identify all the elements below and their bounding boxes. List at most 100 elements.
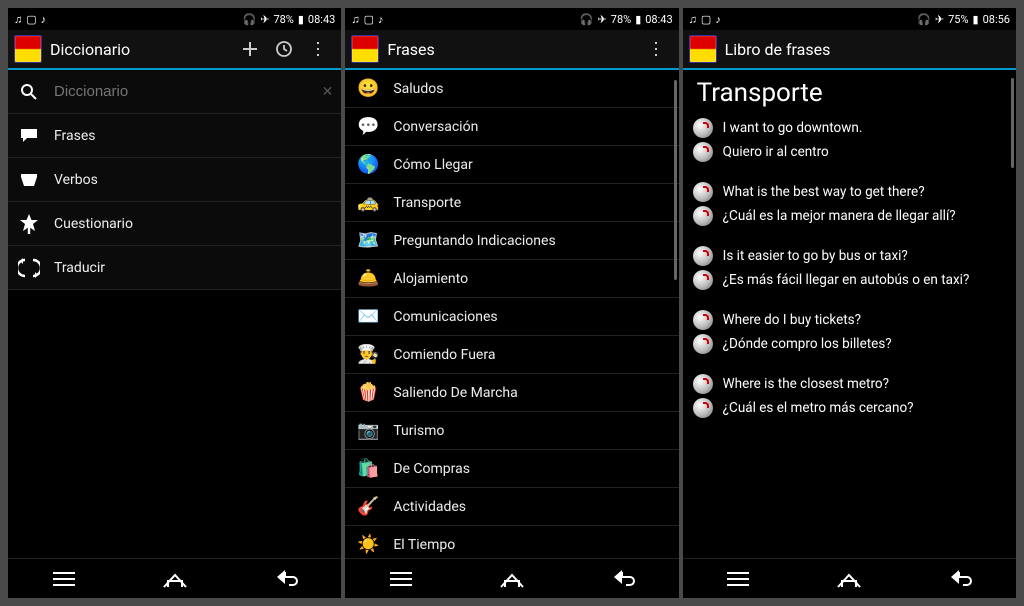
category-row[interactable]: ✉️Comunicaciones <box>345 298 678 336</box>
category-row[interactable]: 🎸 Actividades <box>345 488 678 526</box>
nav-back-button[interactable] <box>264 565 308 593</box>
category-label: Cómo Llegar <box>393 157 472 173</box>
category-label: Transporte <box>393 195 461 211</box>
category-icon: 👨‍🍳 <box>355 342 381 368</box>
speaker-icon[interactable] <box>693 246 713 266</box>
speaker-icon[interactable] <box>693 142 713 162</box>
menu-item-traducir[interactable]: Traducir <box>8 246 341 290</box>
nav-menu-button[interactable] <box>716 565 760 593</box>
app-icon[interactable] <box>14 35 42 63</box>
nav-menu-button[interactable] <box>379 565 423 593</box>
square-icon: ▢ <box>701 13 711 26</box>
battery-icon: ▮ <box>973 13 979 26</box>
clear-icon[interactable]: ✕ <box>322 84 334 100</box>
category-icon: 🌎 <box>355 152 381 178</box>
overflow-menu-button[interactable] <box>639 32 673 66</box>
phrase-spanish: ¿Cuál es la mejor manera de llegar allí? <box>723 207 956 225</box>
nav-menu-button[interactable] <box>42 565 86 593</box>
scrollbar[interactable] <box>1011 78 1014 168</box>
battery-text: 78% <box>611 13 631 26</box>
nav-home-button[interactable] <box>153 565 197 593</box>
category-icon: 🛎️ <box>355 266 381 292</box>
category-icon: ✉️ <box>355 304 381 330</box>
speech-icon <box>16 123 42 149</box>
category-row[interactable]: 💬Conversación <box>345 108 678 146</box>
phrase-english-row[interactable]: Where is the closest metro? <box>693 372 1006 396</box>
menu-list: ✕ Frases Verbos Cuestionario Traducir <box>8 70 341 558</box>
category-icon: 🎸 <box>355 494 381 520</box>
nav-home-button[interactable] <box>827 565 871 593</box>
add-button[interactable] <box>233 32 267 66</box>
speaker-icon[interactable] <box>693 182 713 202</box>
speaker-icon[interactable] <box>693 206 713 226</box>
headphones-icon: 🎧 <box>917 13 931 26</box>
scrollbar[interactable] <box>674 80 677 280</box>
phrase-spanish: ¿Cuál es el metro más cercano? <box>723 399 914 417</box>
app-icon[interactable] <box>689 35 717 63</box>
category-label: Conversación <box>393 119 478 135</box>
speaker-icon[interactable] <box>693 334 713 354</box>
category-row[interactable]: 🚕 Transporte <box>345 184 678 222</box>
music-icon-2: ♪ <box>378 13 384 26</box>
phrase-english-row[interactable]: What is the best way to get there? <box>693 180 1006 204</box>
headphones-icon: 🎧 <box>243 13 257 26</box>
phrase-group: Where do I buy tickets?¿Dónde compro los… <box>683 308 1016 372</box>
history-button[interactable] <box>267 32 301 66</box>
overflow-menu-button[interactable] <box>301 32 335 66</box>
category-row[interactable]: 🛍️De Compras <box>345 450 678 488</box>
category-row[interactable]: 🗺️Preguntando Indicaciones <box>345 222 678 260</box>
category-list[interactable]: 😀Saludos💬Conversación 🌎 Cómo Llegar 🚕 Transp… <box>345 70 678 558</box>
category-row[interactable]: ☀️El Tiempo <box>345 526 678 558</box>
loop-icon <box>16 255 42 281</box>
clock-text: 08:56 <box>983 13 1010 26</box>
app-icon[interactable] <box>351 35 379 63</box>
battery-text: 75% <box>948 13 968 26</box>
category-label: Preguntando Indicaciones <box>393 233 555 249</box>
menu-item-verbos[interactable]: Verbos <box>8 158 341 202</box>
category-icon: 🍿 <box>355 380 381 406</box>
speaker-icon[interactable] <box>693 118 713 138</box>
phrase-spanish-row[interactable]: ¿Cuál es el metro más cercano? <box>693 396 1006 420</box>
search-input[interactable] <box>54 83 322 100</box>
speaker-icon[interactable] <box>693 398 713 418</box>
menu-item-frases[interactable]: Frases <box>8 114 341 158</box>
phrase-spanish-row[interactable]: ¿Es más fácil llegar en autobús o en tax… <box>693 268 1006 292</box>
phrase-spanish: Quiero ir al centro <box>723 143 829 161</box>
category-icon: 🚕 <box>355 190 381 216</box>
music-icon: ♫ <box>689 13 697 26</box>
phone-screen-3: ♫ ▢ ♪ 🎧 ✈ 75% ▮ 08:56 Libro de frases Tr… <box>683 8 1016 598</box>
battery-icon: ▮ <box>298 13 304 26</box>
menu-item-cuestionario[interactable]: Cuestionario <box>8 202 341 246</box>
speaker-icon[interactable] <box>693 270 713 290</box>
music-icon: ♫ <box>14 13 22 26</box>
phrase-spanish-row[interactable]: ¿Dónde compro los billetes? <box>693 332 1006 356</box>
category-row[interactable]: 🛎️Alojamiento <box>345 260 678 298</box>
phrase-group: What is the best way to get there? ¿Cuál … <box>683 180 1016 244</box>
nav-home-button[interactable] <box>490 565 534 593</box>
search-row[interactable]: ✕ <box>8 70 341 114</box>
phrase-spanish-row[interactable]: ¿Cuál es la mejor manera de llegar allí? <box>693 204 1006 228</box>
category-row[interactable]: 🍿Saliendo De Marcha <box>345 374 678 412</box>
phrase-english-row[interactable]: I want to go downtown. <box>693 116 1006 140</box>
square-icon: ▢ <box>364 13 374 26</box>
status-bar: ♫ ▢ ♪ 🎧 ✈ 75% ▮ 08:56 <box>683 8 1016 30</box>
menu-label: Traducir <box>54 260 105 276</box>
phrase-spanish: ¿Es más fácil llegar en autobús o en tax… <box>723 271 970 289</box>
music-icon: ♫ <box>351 13 359 26</box>
category-row[interactable]: 🌎 Cómo Llegar <box>345 146 678 184</box>
category-row[interactable]: 👨‍🍳 Comiendo Fuera <box>345 336 678 374</box>
phrase-english: What is the best way to get there? <box>723 183 925 201</box>
phrase-english-row[interactable]: Is it easier to go by bus or taxi? <box>693 244 1006 268</box>
category-label: Actividades <box>393 499 466 515</box>
phrase-english-row[interactable]: Where do I buy tickets? <box>693 308 1006 332</box>
category-label: Comiendo Fuera <box>393 347 495 363</box>
speaker-icon[interactable] <box>693 310 713 330</box>
action-bar: Diccionario <box>8 30 341 70</box>
nav-back-button[interactable] <box>601 565 645 593</box>
category-row[interactable]: 😀Saludos <box>345 70 678 108</box>
category-row[interactable]: 📷Turismo <box>345 412 678 450</box>
phrase-spanish-row[interactable]: Quiero ir al centro <box>693 140 1006 164</box>
nav-back-button[interactable] <box>938 565 982 593</box>
speaker-icon[interactable] <box>693 374 713 394</box>
menu-label: Cuestionario <box>54 216 133 232</box>
